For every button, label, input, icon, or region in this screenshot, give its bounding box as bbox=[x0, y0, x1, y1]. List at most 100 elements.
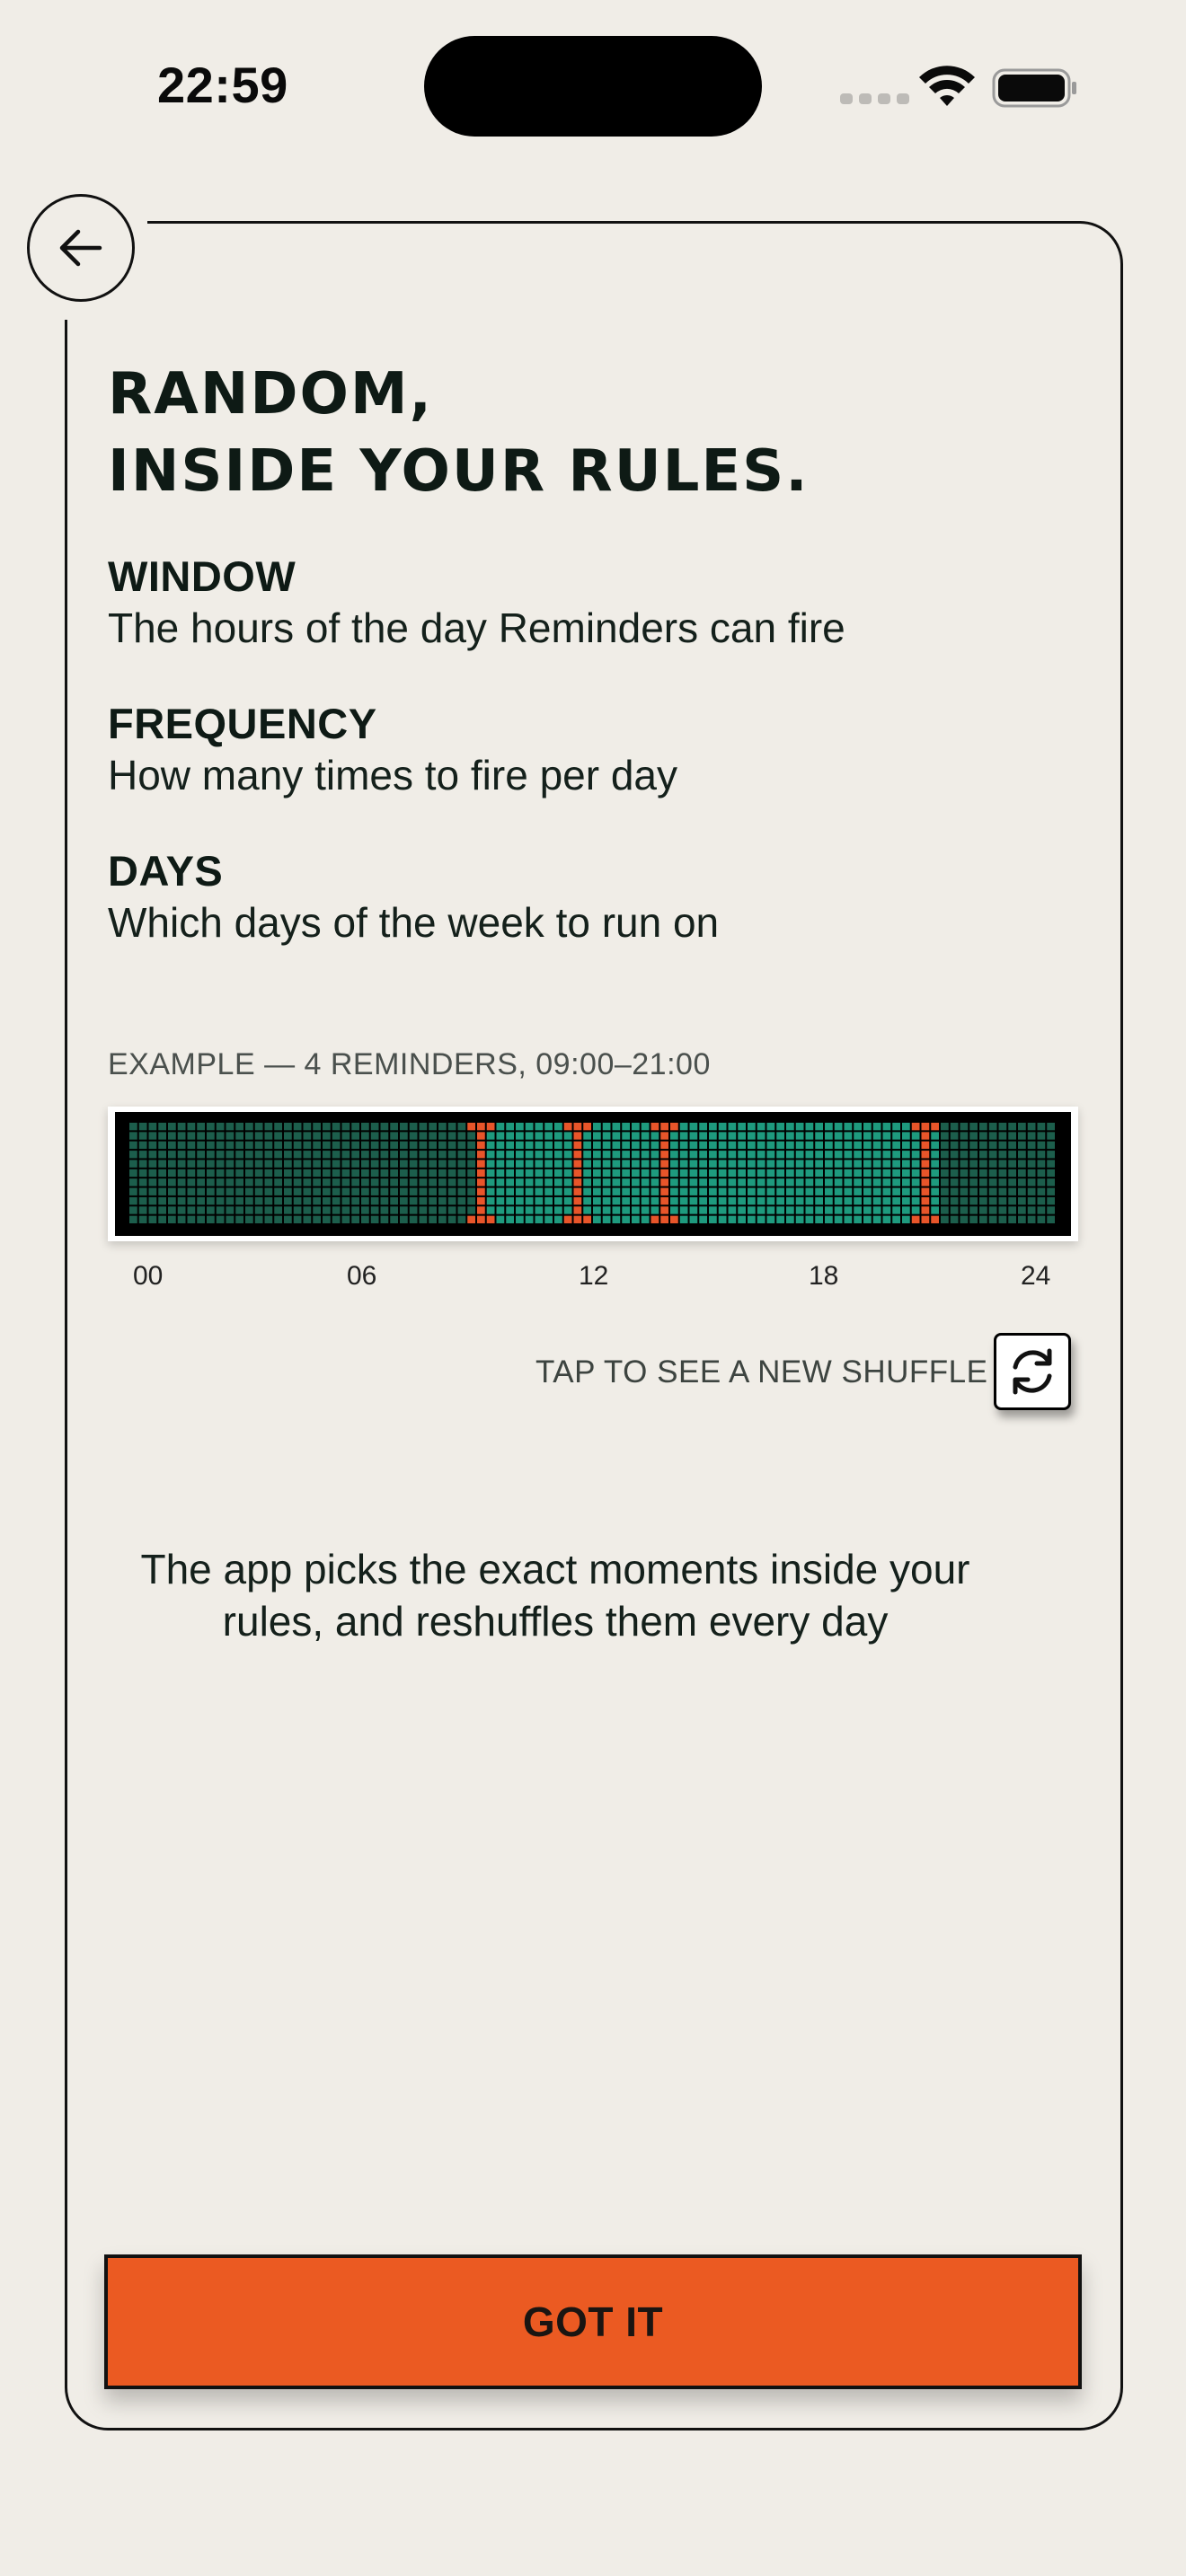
tick-label: 12 bbox=[579, 1261, 609, 1291]
matrix-cell bbox=[216, 1206, 225, 1214]
matrix-cell-window bbox=[766, 1187, 775, 1195]
matrix-cell bbox=[941, 1151, 949, 1159]
matrix-cell bbox=[148, 1132, 157, 1140]
reminder-marker-cell bbox=[583, 1123, 591, 1131]
matrix-cell-window bbox=[776, 1215, 784, 1223]
matrix-cell-window bbox=[844, 1196, 853, 1205]
matrix-cell-window bbox=[525, 1123, 534, 1131]
matrix-cell bbox=[438, 1206, 447, 1214]
matrix-cell bbox=[138, 1169, 147, 1178]
matrix-cell-window bbox=[738, 1169, 746, 1178]
shuffle-button[interactable] bbox=[994, 1333, 1071, 1410]
matrix-cell-window bbox=[486, 1196, 495, 1205]
reminder-marker-cell bbox=[660, 1141, 668, 1150]
matrix-cell-window bbox=[632, 1169, 640, 1178]
matrix-cell bbox=[457, 1215, 466, 1223]
matrix-cell bbox=[400, 1215, 408, 1223]
matrix-cell bbox=[370, 1178, 379, 1187]
matrix-cell-window bbox=[689, 1141, 698, 1150]
matrix-cell bbox=[138, 1123, 147, 1131]
matrix-cell-window bbox=[872, 1169, 881, 1178]
reminder-marker-cell bbox=[573, 1160, 582, 1168]
got-it-button[interactable]: GOT IT bbox=[104, 2254, 1082, 2389]
matrix-cell bbox=[264, 1132, 273, 1140]
matrix-cell-window bbox=[844, 1206, 853, 1214]
matrix-cell bbox=[429, 1160, 437, 1168]
matrix-cell bbox=[998, 1196, 1007, 1205]
matrix-cell-window bbox=[506, 1160, 514, 1168]
matrix-cell-window bbox=[911, 1169, 920, 1178]
matrix-cell bbox=[400, 1151, 408, 1159]
matrix-cell bbox=[274, 1123, 282, 1131]
matrix-cell-window bbox=[689, 1215, 698, 1223]
matrix-cell-window bbox=[892, 1196, 900, 1205]
matrix-cell bbox=[351, 1206, 359, 1214]
matrix-cell bbox=[323, 1187, 331, 1195]
matrix-cell-window bbox=[563, 1187, 572, 1195]
matrix-cell bbox=[941, 1206, 949, 1214]
matrix-cell bbox=[274, 1132, 282, 1140]
matrix-cell-window bbox=[486, 1206, 495, 1214]
matrix-cell-window bbox=[863, 1178, 872, 1187]
matrix-cell bbox=[216, 1151, 225, 1159]
matrix-cell-window bbox=[825, 1178, 833, 1187]
matrix-cell bbox=[332, 1187, 341, 1195]
matrix-cell bbox=[293, 1160, 302, 1168]
matrix-cell bbox=[158, 1187, 166, 1195]
matrix-cell bbox=[1047, 1132, 1055, 1140]
matrix-cell-window bbox=[670, 1141, 678, 1150]
matrix-cell bbox=[168, 1132, 176, 1140]
matrix-cell-window bbox=[709, 1160, 717, 1168]
matrix-cell-window bbox=[622, 1169, 630, 1178]
matrix-cell bbox=[1037, 1206, 1046, 1214]
matrix-cell bbox=[197, 1151, 205, 1159]
matrix-cell bbox=[1018, 1160, 1026, 1168]
reminder-marker-cell bbox=[660, 1187, 668, 1195]
matrix-cell-window bbox=[825, 1132, 833, 1140]
matrix-cell bbox=[370, 1206, 379, 1214]
matrix-cell bbox=[187, 1169, 196, 1178]
matrix-cell bbox=[400, 1178, 408, 1187]
matrix-cell-window bbox=[496, 1160, 505, 1168]
matrix-cell bbox=[979, 1132, 987, 1140]
matrix-cell bbox=[274, 1206, 282, 1214]
matrix-cell-window bbox=[641, 1178, 650, 1187]
matrix-cell-window bbox=[738, 1206, 746, 1214]
matrix-cell bbox=[187, 1160, 196, 1168]
matrix-cell-window bbox=[593, 1187, 601, 1195]
timeline-matrix[interactable] bbox=[108, 1107, 1078, 1241]
matrix-cell-window bbox=[882, 1187, 891, 1195]
matrix-cell bbox=[979, 1178, 987, 1187]
matrix-cell-window bbox=[544, 1141, 553, 1150]
matrix-cell-window bbox=[612, 1151, 621, 1159]
matrix-cell-window bbox=[748, 1206, 756, 1214]
reminder-marker-cell bbox=[467, 1215, 475, 1223]
matrix-cell-window bbox=[786, 1196, 794, 1205]
matrix-cell bbox=[158, 1132, 166, 1140]
matrix-cell-window bbox=[805, 1178, 814, 1187]
matrix-cell-window bbox=[516, 1196, 524, 1205]
reminder-marker-cell bbox=[670, 1123, 678, 1131]
matrix-cell-window bbox=[593, 1160, 601, 1168]
matrix-cell-window bbox=[506, 1132, 514, 1140]
matrix-cell-window bbox=[679, 1132, 688, 1140]
matrix-cell-window bbox=[738, 1151, 746, 1159]
matrix-cell bbox=[941, 1187, 949, 1195]
matrix-cell bbox=[138, 1160, 147, 1168]
matrix-cell-window bbox=[718, 1187, 727, 1195]
matrix-cell-window bbox=[554, 1132, 562, 1140]
matrix-cell bbox=[429, 1141, 437, 1150]
matrix-cell bbox=[216, 1187, 225, 1195]
matrix-cell bbox=[390, 1169, 398, 1178]
matrix-cell bbox=[419, 1132, 428, 1140]
matrix-cell bbox=[332, 1196, 341, 1205]
matrix-cell bbox=[361, 1178, 369, 1187]
matrix-cell-window bbox=[844, 1169, 853, 1178]
matrix-cell-window bbox=[834, 1215, 843, 1223]
matrix-cell bbox=[467, 1141, 475, 1150]
matrix-cell-window bbox=[825, 1160, 833, 1168]
matrix-cell-window bbox=[882, 1141, 891, 1150]
back-button[interactable] bbox=[27, 194, 135, 302]
matrix-cell bbox=[323, 1160, 331, 1168]
matrix-cell bbox=[341, 1141, 350, 1150]
